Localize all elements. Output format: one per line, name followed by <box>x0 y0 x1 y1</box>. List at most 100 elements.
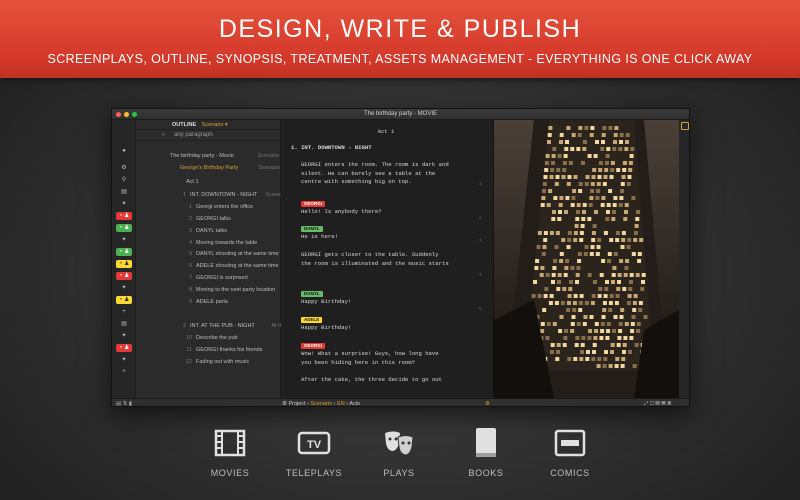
outline-row[interactable]: 9 ADELE parla <box>136 297 281 307</box>
outline-search[interactable]: ⌕ any paragraph <box>136 130 280 141</box>
script-editor[interactable]: Act 1 1. INT. DOWNTOWN - NIGHT GEORGI en… <box>281 120 494 398</box>
outline-row[interactable]: 6 ADELE shouting at the same time <box>136 261 281 271</box>
building-window <box>573 238 578 242</box>
format-movies[interactable]: MOVIES <box>190 428 270 478</box>
format-books[interactable]: BOOKS <box>446 428 526 478</box>
gear-icon[interactable]: ⚙ <box>116 164 132 172</box>
building-window <box>600 322 605 326</box>
outline-row[interactable]: George's Birthday PartyScenarioENGLISH <box>136 163 281 173</box>
outline-row-number: 2 <box>188 216 192 222</box>
outline-row[interactable]: 1 Georgi enters the office <box>136 202 281 212</box>
building-window <box>596 182 601 186</box>
pin-icon[interactable]: ⚲ <box>116 176 132 184</box>
star-icon[interactable]: ✦ <box>116 356 132 364</box>
outline-row-label: Moving to the next party location <box>196 287 276 293</box>
building-window <box>547 133 552 137</box>
character-yellow-icon[interactable]: ◔ ♟ <box>116 260 132 268</box>
reference-image[interactable] <box>494 120 679 398</box>
outline-mode-dropdown[interactable]: Scenario ▾ <box>202 122 228 128</box>
building-window <box>571 133 576 137</box>
outline-row[interactable]: 7 GEORGI is surprised <box>136 273 281 283</box>
view-switch-icons[interactable]: ⤢ ▢ ▥ ▤ ▣ <box>644 399 671 406</box>
building-window <box>578 301 583 305</box>
outline-row[interactable]: The birthday party - Movie Scenario <box>136 151 281 161</box>
settings-icon[interactable]: ⚙ <box>485 399 490 406</box>
breadcrumb-project[interactable]: Project <box>288 401 305 406</box>
outline-row[interactable]: 4 Moving towards the table <box>136 238 281 248</box>
info-icon[interactable] <box>681 122 689 130</box>
character-tag[interactable]: ADELE <box>301 317 323 323</box>
character-tag[interactable]: DANYL <box>301 291 323 297</box>
building-window <box>550 350 554 354</box>
tool-rail: ● ⚙ ⚲ ▤ ✦ ◔ ♟ ◔ ♟ ✦ ◔ ♟ ◔ ♟ ◔ ♟ ✦ ◔ ♟ + … <box>112 120 136 398</box>
building-window <box>573 175 578 179</box>
film-icon[interactable]: ▤ <box>116 188 132 196</box>
star-icon[interactable]: ✦ <box>116 332 132 340</box>
status-bar: ▤ ⇅ ▮ ⚙ Project › Scenario › EN › Acts ⚙… <box>112 398 689 406</box>
format-plays[interactable]: PLAYS <box>359 428 439 478</box>
search-input[interactable]: any paragraph <box>174 132 213 138</box>
outline-row[interactable]: 5 DANYL shouting at the same time <box>136 249 281 259</box>
building-window <box>587 154 592 158</box>
building-window <box>575 217 580 221</box>
character-green-icon[interactable]: ◔ ♟ <box>116 224 132 232</box>
building-window <box>585 357 590 361</box>
building-window <box>619 133 624 137</box>
character-tag[interactable]: GEORGI <box>301 201 326 207</box>
building-window <box>576 322 581 326</box>
outline-row[interactable]: Act 1 <box>136 177 281 187</box>
layout-icon[interactable]: ▤ ⇅ ▮ <box>116 399 132 406</box>
character-tag[interactable]: GEORGI <box>301 343 326 349</box>
outline-row-label: ADELE parla <box>196 299 228 305</box>
building-window <box>618 329 623 333</box>
building-window <box>547 140 551 144</box>
outline-row[interactable]: 1 INT. DOWNTOWN - NIGHT Scene 1 <box>136 190 281 200</box>
star-icon[interactable]: ✦ <box>116 200 132 208</box>
building-window <box>583 315 588 319</box>
building-window <box>600 203 605 207</box>
building-window <box>638 308 643 312</box>
hero-subtitle: SCREENPLAYS, OUTLINE, SYNOPSIS, TREATMEN… <box>47 52 753 66</box>
format-comics[interactable]: COMICS <box>530 428 610 478</box>
outline-row[interactable]: 10 Describe the pub <box>136 333 281 343</box>
building-window <box>596 189 601 193</box>
character-red-icon[interactable]: ◔ ♟ <box>116 272 132 280</box>
outline-row[interactable]: 2 INT. AT THE PUB - NIGHT At the pub <box>136 321 281 331</box>
building-window <box>618 203 623 207</box>
building-window <box>551 217 556 221</box>
outline-row[interactable]: 3 DANYL talks <box>136 226 281 236</box>
character-tag[interactable]: DANYL <box>301 226 323 232</box>
outline-row-hint: Scenario <box>257 153 280 159</box>
building-window <box>622 287 627 291</box>
dot-icon[interactable]: ● <box>116 147 132 155</box>
character-red-icon[interactable]: ◔ ♟ <box>116 212 132 220</box>
outline-row[interactable]: 12 Fading out with music <box>136 357 281 367</box>
close-window-button[interactable] <box>116 112 121 117</box>
character-yellow-icon[interactable]: ◔ ♟ <box>116 296 132 304</box>
building-window <box>571 196 576 200</box>
building-window <box>567 231 572 235</box>
character-red-icon[interactable]: ◔ ♟ <box>116 344 132 352</box>
add-icon[interactable]: + <box>116 308 132 316</box>
building-window <box>556 168 561 172</box>
outline-row[interactable]: 8 Moving to the next party location <box>136 285 281 295</box>
zoom-window-button[interactable] <box>132 112 137 117</box>
outline-row[interactable]: 11 GEORGI thanks his friends <box>136 345 281 355</box>
building-window <box>548 189 553 193</box>
star-icon[interactable]: ✦ <box>116 236 132 244</box>
outline-row-label: ADELE shouting at the same time <box>196 263 279 269</box>
minimize-window-button[interactable] <box>124 112 129 117</box>
building-window <box>580 350 584 354</box>
breadcrumb-language[interactable]: EN <box>337 401 345 406</box>
film-icon[interactable]: ▤ <box>116 320 132 328</box>
format-teleplays[interactable]: TV TELEPLAYS <box>274 428 354 478</box>
building-window <box>550 168 555 172</box>
outline-row[interactable]: 2 GEORGI talks <box>136 214 281 224</box>
building-window <box>613 196 618 200</box>
breadcrumb-acts[interactable]: Acts <box>349 401 360 406</box>
building-window <box>575 336 580 340</box>
star-icon[interactable]: ✦ <box>116 284 132 292</box>
add-icon[interactable]: + <box>116 368 132 376</box>
character-green-icon[interactable]: ◔ ♟ <box>116 248 132 256</box>
breadcrumb-scenario[interactable]: Scenario <box>310 401 332 406</box>
